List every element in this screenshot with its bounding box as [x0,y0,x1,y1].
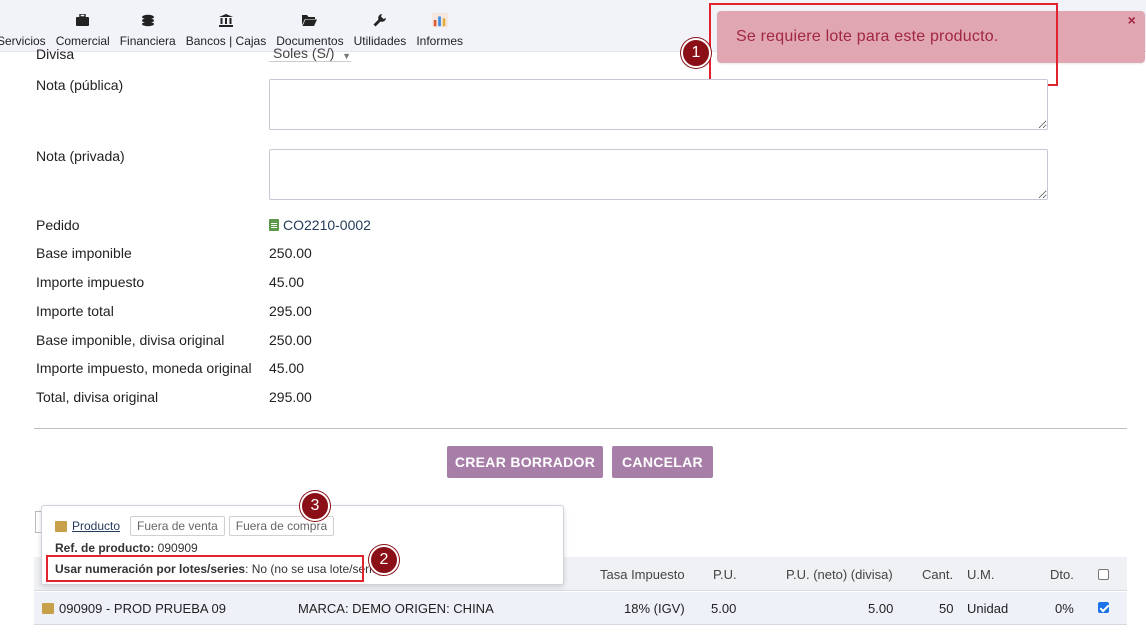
highlight-box-toast [709,3,1058,86]
base-imponible-value: 250.00 [269,245,312,261]
menu-bancos-cajas[interactable]: Bancos | Cajas [181,0,272,48]
tab-producto[interactable]: Producto [55,516,126,536]
ref-label: Ref. de producto: [55,541,155,555]
marker-3: 3 [300,491,330,521]
product-box-icon [42,603,54,614]
pu-neto-cell: 5.00 [868,601,894,616]
briefcase-icon [75,12,91,28]
base-divisa-label: Base imponible, divisa original [36,332,225,348]
um-cell: Unidad [967,601,1009,616]
col-um: U.M. [967,567,995,582]
menu-documentos[interactable]: Documentos [271,0,348,48]
tasa-cell: 18% (IGV) [624,601,685,616]
col-tasa-impuesto: Tasa Impuesto [600,567,685,582]
menu-comercial[interactable]: Comercial [51,0,115,48]
divisa-label: Divisa [36,46,75,60]
pedido-value: CO2210-0002 [283,217,371,233]
menu-label: Financiera [119,34,176,48]
tooltip-tabs: Producto Fuera de venta Fuera de compra [55,516,335,536]
divisa-select[interactable]: Soles (S/) ▼ [269,44,351,62]
marker-1: 1 [681,38,711,68]
menu-label: Informes [416,34,463,48]
pu-cell: 5.00 [711,601,737,616]
chevron-down-icon: ▼ [342,51,351,61]
bank-icon [218,12,234,28]
nota-privada-field[interactable] [269,149,1048,200]
tab-label: Producto [72,519,121,533]
menu-informes[interactable]: Informes [411,0,468,48]
total-divisa-label: Total, divisa original [36,389,159,405]
nota-publica-label: Nota (pública) [36,77,124,93]
product-cell[interactable]: 090909 - PROD PRUEBA 09 [42,601,226,616]
close-icon[interactable]: × [1128,12,1136,28]
row-checkbox[interactable] [1098,602,1109,613]
product-name: 090909 - PROD PRUEBA 09 [59,601,226,616]
menu-servicios[interactable]: Servicios [0,0,51,48]
dto-cell: 0% [1055,601,1074,616]
nota-publica-field[interactable] [269,79,1048,130]
marker-2: 2 [369,545,399,575]
importe-impuesto-value: 45.00 [269,274,305,290]
cant-cell: 50 [939,601,954,616]
chart-icon [431,12,448,28]
col-pu-neto: P.U. (neto) (divisa) [786,567,893,582]
col-cant: Cant. [922,567,954,582]
description-cell: MARCA: DEMO ORIGEN: CHINA [298,601,494,616]
menu-label: Utilidades [353,34,407,48]
wrench-icon [372,12,388,28]
base-divisa-value: 250.00 [269,332,312,348]
importe-impuesto-label: Importe impuesto [36,274,145,290]
menu-financiera[interactable]: Financiera [115,0,181,48]
select-all-checkbox[interactable] [1098,569,1109,580]
services-icon [13,12,29,28]
pedido-label: Pedido [36,217,80,233]
cancel-button[interactable]: CANCELAR [612,446,713,478]
coins-icon [140,12,156,28]
total-divisa-value: 295.00 [269,389,312,405]
col-dto: Dto. [1050,567,1074,582]
impuesto-moneda-label: Importe impuesto, moneda original [36,360,252,376]
tab-fuera-de-venta[interactable]: Fuera de venta [130,516,225,536]
menu-utilidades[interactable]: Utilidades [349,0,412,48]
col-pu: P.U. [713,567,737,582]
ref-line: Ref. de producto: 090909 [55,541,198,555]
impuesto-moneda-value: 45.00 [269,360,305,376]
create-draft-button[interactable]: CREAR BORRADOR [447,446,603,478]
base-imponible-label: Base imponible [36,245,132,261]
table-row: 090909 - PROD PRUEBA 09 MARCA: DEMO ORIG… [34,592,1127,625]
ref-value: 090909 [157,541,198,555]
divisa-value: Soles (S/) [273,45,335,61]
main-menu: Servicios Comercial Financiera Bancos | … [0,0,468,52]
importe-total-value: 295.00 [269,303,312,319]
folder-icon [302,12,318,28]
product-box-icon [55,520,67,532]
nota-privada-label: Nota (privada) [36,148,125,164]
highlight-box-lotes [46,555,364,582]
menu-label: Bancos | Cajas [185,34,267,48]
importe-total-label: Importe total [36,303,114,319]
document-icon [269,219,279,231]
divider [34,428,1127,429]
pedido-link[interactable]: CO2210-0002 [269,217,371,233]
